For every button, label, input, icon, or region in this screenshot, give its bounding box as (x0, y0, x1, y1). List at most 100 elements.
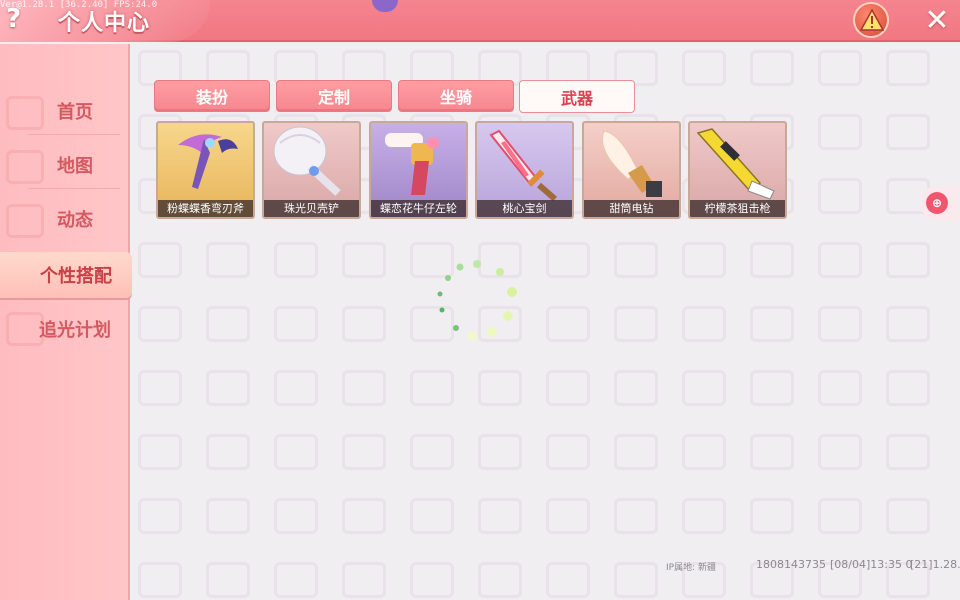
background-pattern-tile (342, 242, 386, 278)
sidebar-item-label: 地图 (57, 156, 93, 177)
tab-label: 定制 (317, 88, 350, 107)
background-pattern-tile (886, 242, 930, 278)
background-pattern-tile (750, 498, 794, 534)
background-pattern-tile (818, 242, 862, 278)
background-pattern-tile (546, 306, 590, 342)
user-id-text: 1808143735 (756, 558, 826, 571)
background-pattern-tile (274, 242, 318, 278)
sidebar-item-label: 追光计划 (39, 320, 111, 341)
tab-label: 坐骑 (439, 88, 472, 107)
background-pattern-tile (546, 562, 590, 598)
drill-icon (602, 130, 662, 197)
weapon-item-card[interactable]: 蝶恋花牛仔左轮 (369, 121, 468, 219)
background-pattern-tile (206, 498, 250, 534)
background-pattern-tile (886, 306, 930, 342)
weapon-item-card[interactable]: 甜筒电钻 (582, 121, 681, 219)
divider (28, 134, 120, 135)
weapon-item-card[interactable]: 粉蝶蝶香弯刃斧 (156, 121, 255, 219)
item-name: 珠光贝壳铲 (264, 200, 359, 217)
background-pattern-tile (546, 370, 590, 406)
background-pattern-tile (682, 434, 726, 470)
background-pattern-tile (614, 498, 658, 534)
tab-label: 武器 (560, 88, 593, 108)
background-pattern-tile (886, 114, 930, 150)
background-pattern-tile (750, 306, 794, 342)
background-pattern-tile (818, 370, 862, 406)
background-pattern-tile (818, 178, 862, 214)
background-pattern-tile (478, 498, 522, 534)
background-pattern-tile (750, 50, 794, 86)
item-name: 粉蝶蝶香弯刃斧 (158, 200, 253, 217)
item-name: 柠檬茶狙击枪 (690, 200, 785, 217)
weapon-item-card[interactable]: 珠光贝壳铲 (262, 121, 361, 219)
background-pattern-tile (478, 434, 522, 470)
weapon-item-card[interactable]: 桃心宝剑 (475, 121, 574, 219)
shell-shovel-icon (273, 126, 341, 196)
sidebar-item-label: 个性搭配 (40, 266, 112, 287)
tab-weapon[interactable]: 武器 (519, 80, 635, 113)
background-pattern-tile (614, 434, 658, 470)
background-pattern-tile (342, 562, 386, 598)
background-pattern-tile (478, 562, 522, 598)
bow-ornament-icon (372, 0, 398, 12)
background-pattern-tile (614, 242, 658, 278)
item-name: 桃心宝剑 (477, 200, 572, 217)
close-button[interactable]: ✕ (920, 4, 954, 38)
background-pattern-tile (274, 306, 318, 342)
background-pattern-tile (206, 434, 250, 470)
weapon-item-card[interactable]: 柠檬茶狙击枪 (688, 121, 787, 219)
background-pattern-tile (750, 370, 794, 406)
background-pattern-tile (274, 434, 318, 470)
background-pattern-tile (682, 50, 726, 86)
zoom-button[interactable]: ⊕ (920, 186, 958, 220)
background-pattern-tile (682, 370, 726, 406)
tab-label: 装扮 (195, 88, 228, 107)
background-pattern-tile (546, 242, 590, 278)
tab-mount[interactable]: 坐骑 (398, 80, 514, 112)
sidebar-item-map[interactable]: 地图 (0, 142, 130, 188)
background-pattern-tile (274, 498, 318, 534)
background-pattern-tile (818, 114, 862, 150)
background-pattern-tile (410, 498, 454, 534)
background-pattern-tile (818, 434, 862, 470)
background-pattern-tile (138, 306, 182, 342)
divider (28, 188, 120, 189)
sidebar-item-feed[interactable]: 动态 (0, 196, 130, 242)
sidebar-item-style[interactable]: 个性搭配 (0, 252, 132, 298)
background-pattern-tile (682, 242, 726, 278)
background-pattern-tile (342, 434, 386, 470)
loading-spinner-icon (437, 260, 517, 341)
help-icon[interactable]: ? (6, 4, 28, 34)
item-name: 蝶恋花牛仔左轮 (371, 200, 466, 217)
sidebar-item-home[interactable]: 首页 (0, 88, 130, 134)
background-pattern-tile (682, 306, 726, 342)
background-pattern-tile (886, 498, 930, 534)
background-pattern-tile (138, 370, 182, 406)
background-pattern-tile (614, 370, 658, 406)
tab-outfit[interactable]: 装扮 (154, 80, 270, 112)
zoom-icon: ⊕ (926, 192, 948, 214)
background-pattern-tile (206, 370, 250, 406)
background-pattern-tile (818, 498, 862, 534)
scythe-icon (178, 134, 238, 189)
sniper-icon (696, 128, 775, 200)
background-pattern-tile (410, 370, 454, 406)
report-warning-button[interactable] (853, 2, 889, 38)
background-pattern-tile (342, 370, 386, 406)
version-text: [21]1.28.1 (910, 558, 960, 571)
background-pattern-tile (342, 498, 386, 534)
tab-custom[interactable]: 定制 (276, 80, 392, 112)
background-pattern-tile (274, 562, 318, 598)
background-pattern-tile (886, 370, 930, 406)
item-name: 甜筒电钻 (584, 200, 679, 217)
background-pattern-tile (342, 306, 386, 342)
warning-icon (860, 8, 884, 31)
background-pattern-tile (138, 434, 182, 470)
background-pattern-tile (206, 242, 250, 278)
sidebar: 首页 地图 动态 个性搭配 追光计划 (0, 44, 132, 600)
sidebar-item-label: 首页 (57, 102, 93, 123)
background-pattern-tile (546, 434, 590, 470)
background-pattern-tile (138, 562, 182, 598)
background-pattern-tile (750, 434, 794, 470)
sidebar-item-plan[interactable]: 追光计划 (0, 306, 130, 352)
